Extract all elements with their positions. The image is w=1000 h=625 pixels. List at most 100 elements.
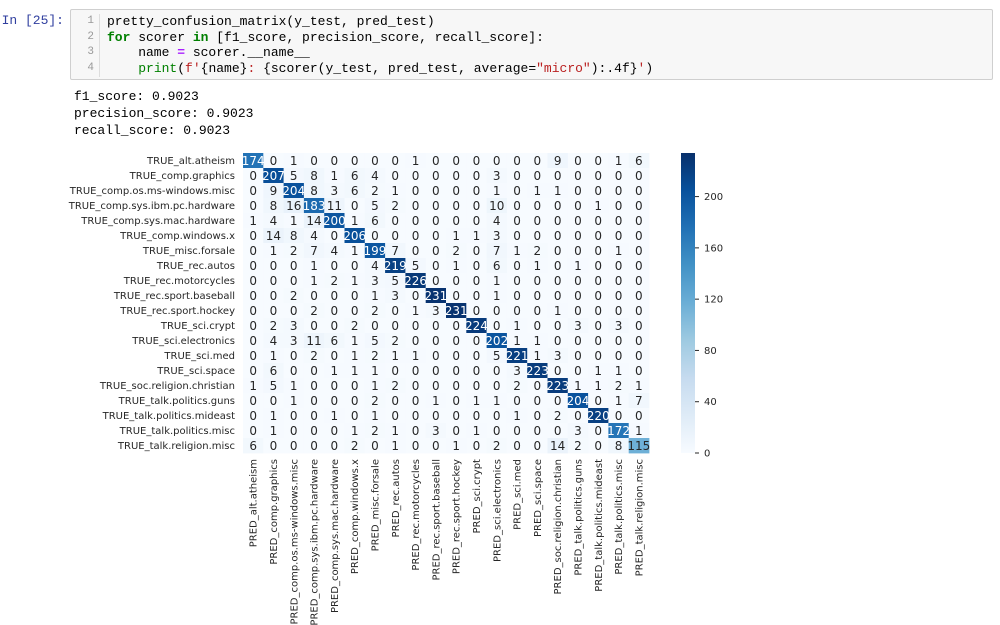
row-label: TRUE_talk.politics.guns bbox=[118, 396, 235, 407]
column-label: PRED_rec.sport.hockey bbox=[452, 459, 463, 574]
cell-value: 0 bbox=[391, 229, 399, 243]
cell-value: 2 bbox=[371, 304, 379, 318]
column-label: PRED_talk.politics.misc bbox=[614, 459, 625, 575]
cell-value: 5 bbox=[412, 259, 420, 273]
cell-value: 0 bbox=[635, 304, 643, 318]
cell-value: 0 bbox=[371, 439, 379, 453]
code-text[interactable]: pretty_confusion_matrix(y_test, pred_tes… bbox=[107, 14, 653, 76]
cell-value: 0 bbox=[290, 259, 298, 273]
cell-value: 0 bbox=[635, 259, 643, 273]
cell-value: 0 bbox=[554, 424, 562, 438]
cell-value: 0 bbox=[270, 394, 278, 408]
row-label: TRUE_sci.space bbox=[156, 366, 235, 377]
cell-value: 0 bbox=[452, 289, 460, 303]
cell-value: 174 bbox=[242, 154, 265, 168]
row-label: TRUE_talk.politics.misc bbox=[119, 426, 235, 437]
cell-value: 1 bbox=[412, 304, 420, 318]
cell-value: 0 bbox=[351, 199, 359, 213]
cell-value: 1 bbox=[493, 274, 501, 288]
colorbar bbox=[681, 153, 695, 453]
column-label: PRED_talk.religion.misc bbox=[634, 459, 645, 576]
cell-value: 1 bbox=[493, 394, 501, 408]
cell-value: 1 bbox=[270, 349, 278, 363]
cell-value: 4 bbox=[331, 244, 339, 258]
cell-value: 0 bbox=[554, 319, 562, 333]
cell-value: 0 bbox=[452, 424, 460, 438]
cell-value: 9 bbox=[554, 154, 562, 168]
column-label: PRED_soc.religion.christian bbox=[553, 459, 564, 594]
cell-value: 0 bbox=[594, 319, 602, 333]
cell-value: 8 bbox=[310, 169, 318, 183]
cell-value: 0 bbox=[534, 379, 542, 393]
row-label: TRUE_alt.atheism bbox=[146, 156, 235, 167]
cell-value: 5 bbox=[371, 199, 379, 213]
cell-value: 0 bbox=[473, 334, 481, 348]
cell-value: 0 bbox=[432, 214, 440, 228]
cell-value: 1 bbox=[574, 379, 582, 393]
cell-value: 0 bbox=[249, 229, 257, 243]
cell-value: 0 bbox=[432, 409, 440, 423]
cell-value: 2 bbox=[391, 199, 399, 213]
cell-value: 0 bbox=[452, 379, 460, 393]
row-label: TRUE_talk.politics.mideast bbox=[102, 411, 235, 422]
cell-value: 1 bbox=[371, 289, 379, 303]
output-recall-score: recall_score: 0.9023 bbox=[74, 123, 231, 138]
cell-value: 3 bbox=[391, 289, 399, 303]
cell-value: 7 bbox=[310, 244, 318, 258]
cell-value: 0 bbox=[635, 409, 643, 423]
cell-value: 0 bbox=[493, 319, 501, 333]
cell-value: 0 bbox=[270, 274, 278, 288]
cell-value: 0 bbox=[412, 319, 420, 333]
cell-value: 0 bbox=[331, 439, 339, 453]
cell-value: 1 bbox=[594, 199, 602, 213]
cell-value: 0 bbox=[534, 424, 542, 438]
cell-value: 6 bbox=[249, 439, 257, 453]
code-cell-editor[interactable]: 1 2 3 4 pretty_confusion_matrix(y_test, … bbox=[70, 9, 993, 80]
cell-value: 0 bbox=[635, 214, 643, 228]
cell-value: 0 bbox=[493, 304, 501, 318]
cell-value: 3 bbox=[371, 274, 379, 288]
fstring-start: f' bbox=[185, 60, 201, 76]
cell-value: 0 bbox=[554, 334, 562, 348]
cell-value: 8 bbox=[615, 439, 623, 453]
cell-value: 1 bbox=[351, 244, 359, 258]
code-line-4: print(f'{name}: {scorer(y_test, pred_tes… bbox=[107, 61, 653, 77]
cell-value: 204 bbox=[282, 184, 305, 198]
cell-value: 1 bbox=[249, 214, 257, 228]
cell-value: 3 bbox=[554, 349, 562, 363]
cell-value: 0 bbox=[452, 199, 460, 213]
cell-value: 4 bbox=[371, 169, 379, 183]
cell-value: 1 bbox=[270, 409, 278, 423]
cell-value: 1 bbox=[473, 229, 481, 243]
cell-value: 1 bbox=[412, 154, 420, 168]
cell-value: 0 bbox=[473, 214, 481, 228]
cell-value: 0 bbox=[554, 229, 562, 243]
cell-value: 0 bbox=[412, 439, 420, 453]
colorbar-tick-label: 120 bbox=[704, 295, 723, 306]
cell-value: 0 bbox=[594, 349, 602, 363]
cell-value: 0 bbox=[554, 199, 562, 213]
cell-value: 3 bbox=[574, 424, 582, 438]
cell-value: 0 bbox=[594, 424, 602, 438]
cell-value: 0 bbox=[594, 439, 602, 453]
cell-value: 0 bbox=[594, 214, 602, 228]
cell-value: 3 bbox=[615, 319, 623, 333]
cell-value: 0 bbox=[249, 184, 257, 198]
cell-value: 0 bbox=[249, 199, 257, 213]
cell-value: 9 bbox=[270, 184, 278, 198]
cell-value: 0 bbox=[290, 349, 298, 363]
cell-value: 1 bbox=[371, 364, 379, 378]
cell-value: 0 bbox=[534, 304, 542, 318]
cell-value: 1 bbox=[493, 184, 501, 198]
cell-value: 0 bbox=[493, 154, 501, 168]
cell-value: 2 bbox=[371, 394, 379, 408]
cell-value: 0 bbox=[554, 289, 562, 303]
cell-value: 0 bbox=[391, 409, 399, 423]
cell-value: 0 bbox=[635, 289, 643, 303]
cell-value: 0 bbox=[574, 334, 582, 348]
cell-value: 3 bbox=[432, 304, 440, 318]
row-label: TRUE_misc.forsale bbox=[142, 246, 235, 257]
cell-value: 220 bbox=[587, 409, 610, 423]
cell-value: 0 bbox=[513, 259, 521, 273]
cell-value: 0 bbox=[513, 169, 521, 183]
